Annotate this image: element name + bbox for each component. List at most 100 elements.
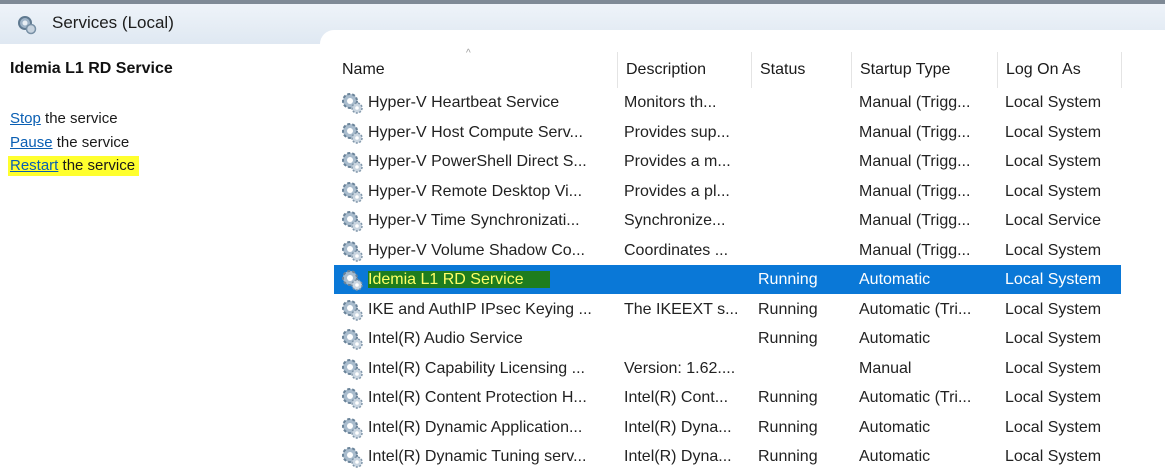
service-gear-icon bbox=[342, 93, 363, 114]
service-startup-type: Automatic (Tri... bbox=[859, 300, 972, 318]
table-row[interactable]: Intel(R) Dynamic Tuning serv... Intel(R) … bbox=[334, 442, 1121, 471]
table-row[interactable]: Hyper-V Time Synchronizati... Synchronize… bbox=[334, 206, 1121, 235]
restart-service-link[interactable]: Restart bbox=[10, 157, 58, 174]
service-log-on-as: Local System bbox=[1005, 271, 1102, 288]
service-description: Version: 1.62.... bbox=[624, 359, 736, 377]
column-header-log-on-as[interactable]: Log On As bbox=[998, 52, 1122, 88]
service-name: Intel(R) Dynamic Application... bbox=[368, 418, 583, 436]
service-gear-icon bbox=[342, 388, 363, 409]
column-header-startup-type[interactable]: Startup Type bbox=[852, 52, 998, 88]
service-status bbox=[758, 88, 854, 117]
service-gear-icon bbox=[342, 447, 363, 468]
table-row[interactable]: Hyper-V PowerShell Direct S... Provides a… bbox=[334, 147, 1121, 176]
service-name-highlight: Idemia L1 RD Service bbox=[368, 271, 550, 288]
service-status: Running bbox=[758, 271, 818, 288]
service-startup-type: Automatic bbox=[859, 418, 931, 436]
action-restart-text: the service bbox=[58, 157, 136, 174]
service-gear-icon bbox=[342, 181, 363, 203]
column-header-name[interactable]: Name bbox=[334, 52, 618, 88]
service-name: IKE and AuthIP IPsec Keying ... bbox=[368, 300, 592, 318]
service-description: Coordinates ... bbox=[624, 241, 729, 259]
table-row[interactable]: Hyper-V Heartbeat Service Monitors th... M… bbox=[334, 88, 1121, 117]
service-name: Hyper-V Heartbeat Service bbox=[368, 94, 560, 111]
service-name: Hyper-V Volume Shadow Co... bbox=[368, 241, 585, 259]
header-tab-shape bbox=[320, 30, 1165, 44]
service-startup-type: Manual bbox=[859, 359, 912, 377]
service-name: Intel(R) Audio Service bbox=[368, 330, 523, 347]
service-status: Running bbox=[758, 418, 818, 436]
table-row[interactable]: Intel(R) Capability Licensing ... Version… bbox=[334, 354, 1121, 383]
service-status bbox=[758, 236, 854, 265]
service-name: Hyper-V PowerShell Direct S... bbox=[368, 153, 587, 170]
service-log-on-as: Local System bbox=[1005, 359, 1102, 377]
action-pause-text: the service bbox=[52, 134, 130, 151]
table-row[interactable]: Intel(R) Audio Service Running Automatic Lo… bbox=[334, 324, 1121, 353]
service-gear-icon bbox=[342, 270, 363, 291]
service-gear-icon bbox=[342, 358, 363, 380]
service-name: Hyper-V Host Compute Serv... bbox=[368, 123, 583, 141]
column-header-description[interactable]: Description bbox=[618, 52, 752, 88]
selected-service-title: Idemia L1 RD Service bbox=[10, 60, 173, 77]
service-startup-type: Manual (Trigg... bbox=[859, 241, 971, 259]
service-startup-type: Automatic bbox=[859, 330, 931, 347]
service-log-on-as: Local System bbox=[1005, 94, 1102, 111]
table-row[interactable]: Hyper-V Volume Shadow Co... Coordinates .… bbox=[334, 236, 1121, 265]
service-status: Running bbox=[758, 300, 818, 318]
action-pause: Pause the service bbox=[10, 134, 129, 151]
service-startup-type: Manual (Trigg... bbox=[859, 94, 971, 111]
service-startup-type: Manual (Trigg... bbox=[859, 182, 971, 200]
service-gear-icon bbox=[342, 211, 363, 232]
service-status: Running bbox=[758, 389, 818, 406]
table-row-selected[interactable]: Idemia L1 RD Service Running Automatic Loca… bbox=[334, 265, 1121, 294]
service-log-on-as: Local System bbox=[1005, 123, 1102, 141]
service-startup-type: Manual (Trigg... bbox=[859, 212, 971, 229]
service-gear-icon bbox=[342, 152, 363, 173]
stop-service-link[interactable]: Stop bbox=[10, 110, 41, 127]
pause-service-link[interactable]: Pause bbox=[10, 134, 53, 151]
service-description: The IKEEXT s... bbox=[624, 300, 739, 318]
service-description: Provides a m... bbox=[624, 153, 731, 170]
service-status: Running bbox=[758, 330, 818, 347]
service-log-on-as: Local Service bbox=[1005, 212, 1102, 229]
service-log-on-as: Local System bbox=[1005, 300, 1102, 318]
action-restart: Restart the service bbox=[8, 156, 140, 176]
service-startup-type: Automatic (Tri... bbox=[859, 389, 972, 406]
service-name: Idemia L1 RD Service bbox=[368, 265, 618, 294]
service-description: Synchronize... bbox=[624, 212, 726, 229]
table-row[interactable]: Intel(R) Content Protection H... Intel(R)… bbox=[334, 383, 1121, 412]
service-log-on-as: Local System bbox=[1005, 153, 1102, 170]
header-title: Services (Local) bbox=[52, 13, 174, 32]
service-log-on-as: Local System bbox=[1005, 330, 1102, 347]
service-name: Intel(R) Dynamic Tuning serv... bbox=[368, 448, 587, 465]
service-startup-type: Manual (Trigg... bbox=[859, 153, 971, 170]
service-description: Monitors th... bbox=[624, 94, 717, 111]
gear-search-icon bbox=[18, 16, 37, 35]
table-row[interactable]: Hyper-V Host Compute Serv... Provides sup… bbox=[334, 118, 1121, 147]
service-name: Hyper-V Time Synchronizati... bbox=[368, 212, 580, 229]
service-status bbox=[758, 118, 854, 147]
action-stop-text: the service bbox=[40, 110, 118, 127]
service-status: Running bbox=[758, 448, 818, 465]
column-header-status[interactable]: Status bbox=[752, 52, 852, 88]
service-description bbox=[624, 324, 752, 353]
table-row[interactable]: IKE and AuthIP IPsec Keying ... The IKEEX… bbox=[334, 295, 1121, 324]
table-row[interactable]: Hyper-V Remote Desktop Vi... Provides a p… bbox=[334, 177, 1121, 206]
table-row[interactable]: Intel(R) Dynamic Application... Intel(R) … bbox=[334, 413, 1121, 442]
service-log-on-as: Local System bbox=[1005, 448, 1102, 465]
service-log-on-as: Local System bbox=[1005, 418, 1102, 436]
service-status bbox=[758, 177, 854, 206]
service-startup-type: Automatic bbox=[859, 271, 931, 288]
service-description: Intel(R) Cont... bbox=[624, 389, 729, 406]
service-description: Provides sup... bbox=[624, 123, 730, 141]
service-gear-icon bbox=[342, 240, 363, 262]
extended-description-pane: Idemia L1 RD Service Stop the service Pa… bbox=[0, 44, 320, 470]
service-description bbox=[624, 265, 752, 294]
service-gear-icon bbox=[342, 329, 363, 350]
service-gear-icon bbox=[342, 122, 363, 144]
service-log-on-as: Local System bbox=[1005, 241, 1102, 259]
action-stop: Stop the service bbox=[10, 110, 118, 127]
service-description: Intel(R) Dyna... bbox=[624, 418, 732, 436]
service-status bbox=[758, 206, 854, 235]
service-status bbox=[758, 147, 854, 176]
service-name: Hyper-V Remote Desktop Vi... bbox=[368, 182, 583, 200]
